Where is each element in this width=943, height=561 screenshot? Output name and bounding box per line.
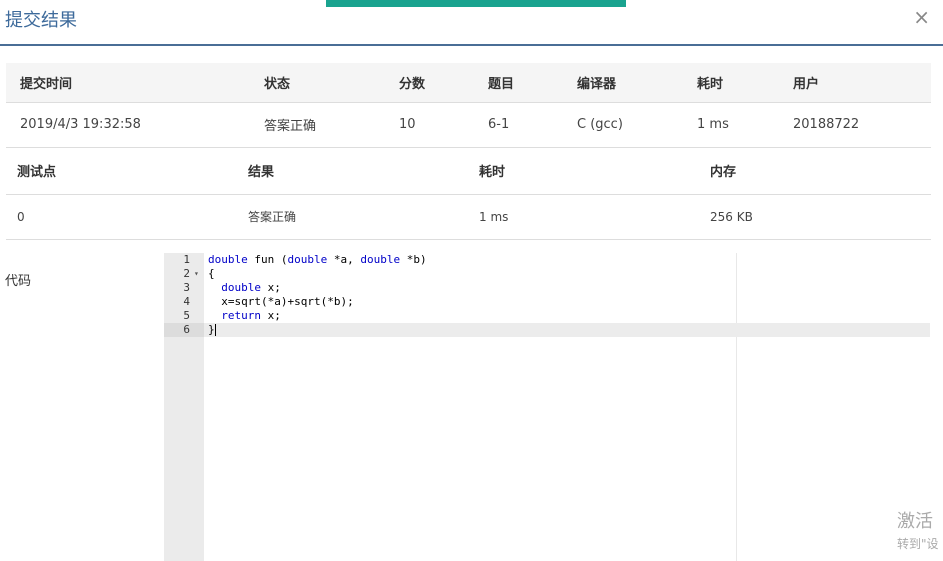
close-icon[interactable]: × bbox=[913, 5, 930, 29]
code-editor[interactable]: 1 double fun (double *a, double *b) 2 ▾ … bbox=[164, 253, 930, 561]
col-testpoint: 测试点 bbox=[17, 165, 57, 181]
elapsed-value: 1 ms bbox=[697, 117, 729, 132]
testpoint-table: 测试点 结果 耗时 内存 0 答案正确 1 ms 256 KB bbox=[6, 148, 931, 240]
testpoint-header-row: 测试点 结果 耗时 内存 bbox=[6, 148, 931, 194]
col-score: 分数 bbox=[385, 63, 474, 103]
col-problem: 题目 bbox=[474, 63, 563, 103]
user-value: 20188722 bbox=[793, 117, 860, 132]
fold-arrow-icon[interactable]: ▾ bbox=[194, 267, 199, 281]
code-line: 4 x=sqrt(*a)+sqrt(*b); bbox=[164, 295, 930, 309]
col-memory: 内存 bbox=[710, 165, 737, 181]
code-line-active: 6 } bbox=[164, 323, 930, 337]
table-row: 2019/4/3 19:32:58 答案正确 10 6-1 C (gcc) 1 … bbox=[6, 102, 931, 147]
code-text: double x; bbox=[221, 281, 281, 294]
status-text: 答案正确 bbox=[264, 119, 317, 134]
code-text: return x; bbox=[221, 309, 281, 322]
testpoint-id: 0 bbox=[17, 209, 25, 224]
line-number: 1 bbox=[183, 253, 190, 266]
code-label: 代码 bbox=[5, 274, 32, 289]
code-text: { bbox=[208, 267, 215, 280]
col-submit-time: 提交时间 bbox=[6, 63, 250, 103]
col-result: 结果 bbox=[248, 165, 275, 181]
line-number: 6 bbox=[164, 323, 204, 337]
activation-watermark: 激活 转到"设 bbox=[897, 507, 939, 552]
watermark-line-2: 转到"设 bbox=[897, 537, 939, 551]
line-number: 4 bbox=[183, 295, 190, 308]
submit-time: 2019/4/3 19:32:58 bbox=[20, 117, 141, 132]
col-elapsed: 耗时 bbox=[683, 63, 779, 103]
testpoint-result: 答案正确 bbox=[248, 210, 297, 224]
col-tp-elapsed: 耗时 bbox=[479, 165, 506, 181]
col-compiler: 编译器 bbox=[563, 63, 683, 103]
testpoint-memory: 256 KB bbox=[710, 209, 753, 224]
code-line: 3 double x; bbox=[164, 281, 930, 295]
code-text: } bbox=[208, 323, 216, 336]
text-cursor bbox=[214, 324, 216, 336]
col-status: 状态 bbox=[250, 63, 385, 103]
compiler-value: C (gcc) bbox=[577, 117, 623, 132]
code-text: double fun (double *a, double *b) bbox=[208, 253, 427, 266]
code-line: 1 double fun (double *a, double *b) bbox=[164, 253, 930, 267]
dialog-title: 提交结果 bbox=[5, 10, 77, 31]
table-row: 0 答案正确 1 ms 256 KB bbox=[6, 194, 931, 239]
col-user: 用户 bbox=[779, 63, 931, 103]
line-number: 3 bbox=[183, 281, 190, 294]
score-value: 10 bbox=[399, 117, 416, 132]
code-line: 2 ▾ { bbox=[164, 267, 930, 281]
submission-header-row: 提交时间 状态 分数 题目 编译器 耗时 用户 bbox=[6, 63, 931, 103]
submission-table: 提交时间 状态 分数 题目 编译器 耗时 用户 2019/4/3 19:32:5… bbox=[6, 63, 931, 148]
testpoint-elapsed: 1 ms bbox=[479, 209, 509, 224]
watermark-line-1: 激活 bbox=[897, 511, 933, 532]
code-line: 5 return x; bbox=[164, 309, 930, 323]
dialog-header: 提交结果 × bbox=[0, 0, 943, 46]
problem-link[interactable]: 6-1 bbox=[474, 102, 563, 147]
line-number: 5 bbox=[183, 309, 190, 322]
code-text: x=sqrt(*a)+sqrt(*b); bbox=[208, 295, 354, 308]
